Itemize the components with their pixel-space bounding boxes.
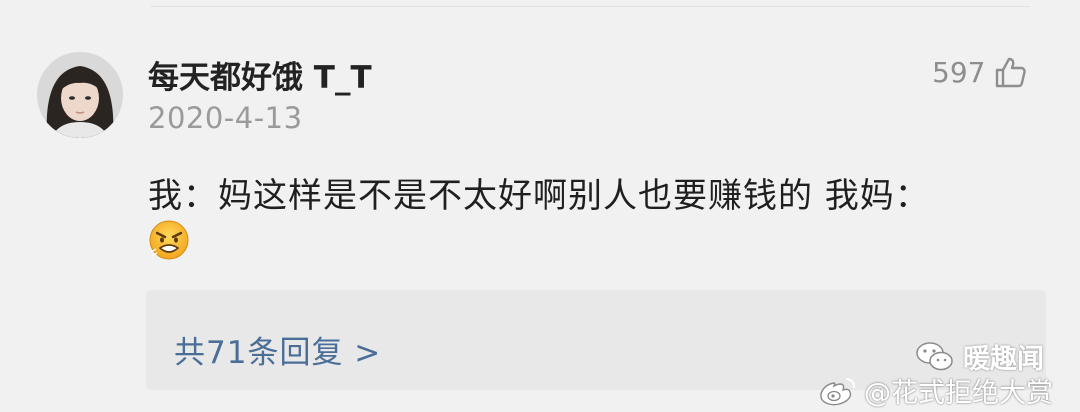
top-divider: [150, 6, 1030, 7]
like-button[interactable]: 597: [932, 55, 1027, 89]
weibo-watermark: @花式拒绝大赏: [818, 371, 1053, 410]
like-count: 597: [932, 55, 986, 89]
weibo-icon: [820, 377, 856, 405]
avatar[interactable]: [37, 52, 123, 138]
comment-text: 我：妈这样是不是不太好啊别人也要赚钱的 我妈：: [148, 176, 930, 216]
weibo-account-name: @花式拒绝大赏: [864, 378, 1053, 409]
avatar-photo: [37, 52, 123, 138]
view-replies-link[interactable]: 共71条回复 >: [174, 327, 381, 372]
wechat-icon: [916, 341, 953, 370]
thumbs-up-icon: [996, 57, 1027, 88]
comment-author[interactable]: 每天都好饿 T_T: [148, 52, 372, 97]
comment-date: 2020-4-13: [148, 101, 303, 135]
angry-face-emoji: [148, 219, 190, 261]
